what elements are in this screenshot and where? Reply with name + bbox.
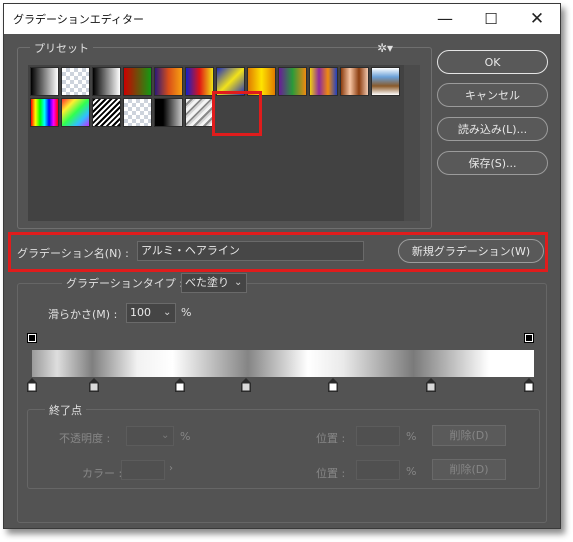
opacity-delete-button: 削除(D)	[432, 425, 506, 446]
smoothness-value: 100	[130, 306, 151, 319]
opacity-stop-right[interactable]	[524, 333, 534, 343]
opacity-input: ⌄	[126, 426, 174, 446]
color-stop-5[interactable]	[328, 378, 338, 392]
color-location-input	[356, 460, 400, 480]
gradient-type-value: べた塗り	[185, 276, 229, 289]
gradient-type-label: グラデーションタイプ :	[62, 275, 187, 291]
preset-swatch-spectrum[interactable]	[30, 98, 59, 127]
save-button[interactable]: 保存(S)...	[437, 151, 548, 175]
smoothness-input[interactable]: 100 ⌄	[126, 303, 176, 323]
opacity-location-unit: %	[406, 430, 417, 443]
preset-swatch-aluminum-hairline[interactable]	[185, 98, 214, 127]
opacity-label: 不透明度 :	[59, 432, 111, 445]
maximize-button[interactable]: ☐	[468, 4, 514, 34]
preset-swatch-black-to-transparent[interactable]	[154, 98, 183, 127]
color-stop-3[interactable]	[175, 378, 185, 392]
gradient-type-select[interactable]: べた塗り ⌄	[181, 273, 247, 293]
selected-preset-highlight	[212, 91, 262, 136]
presets-label: プリセット	[30, 40, 93, 56]
color-swatch	[121, 460, 165, 480]
smoothness-unit: %	[181, 306, 192, 319]
title-bar: グラデーションエディター — ☐ ✕	[4, 4, 560, 34]
preset-swatch-blue-red-yellow[interactable]	[185, 67, 214, 96]
gradient-editor-dialog: グラデーションエディター — ☐ ✕ プリセット ✲▾ OK キャンセル 読み込…	[3, 3, 561, 529]
close-button[interactable]: ✕	[514, 4, 560, 34]
opacity-location-input	[356, 426, 400, 446]
window-title: グラデーションエディター	[13, 13, 145, 26]
preset-swatch-transparent-rainbow[interactable]	[61, 98, 90, 127]
color-stop-1[interactable]	[27, 378, 37, 392]
chevron-down-icon: ⌄	[161, 430, 170, 441]
chevron-down-icon: ⌄	[163, 307, 172, 318]
preset-swatch-violet-orange[interactable]	[154, 67, 183, 96]
smoothness-label: 滑らかさ(M) :	[48, 308, 118, 321]
load-button[interactable]: 読み込み(L)...	[437, 117, 548, 141]
preset-swatch-red-green[interactable]	[123, 67, 152, 96]
preset-scrollbar[interactable]	[404, 65, 420, 221]
preset-swatch-foreground-to-transparent[interactable]	[61, 67, 90, 96]
preset-swatch-black-white[interactable]	[92, 67, 121, 96]
new-gradient-button[interactable]: 新規グラデーション(W)	[398, 239, 544, 263]
preset-swatch-foreground-to-background[interactable]	[30, 67, 59, 96]
opacity-location-label: 位置 :	[316, 432, 346, 445]
gear-icon[interactable]: ✲▾	[377, 41, 393, 55]
color-delete-button: 削除(D)	[432, 459, 506, 480]
preset-swatch-neutral-density[interactable]	[123, 98, 152, 127]
gradient-name-label: グラデーション名(N) :	[17, 247, 129, 260]
color-location-label: 位置 :	[316, 467, 346, 480]
chevron-right-icon: ›	[169, 463, 173, 474]
color-location-unit: %	[406, 465, 417, 478]
color-stop-6[interactable]	[426, 378, 436, 392]
preset-swatch-transparent-stripes[interactable]	[92, 98, 121, 127]
ok-button[interactable]: OK	[437, 50, 548, 74]
chevron-down-icon: ⌄	[234, 277, 243, 288]
opacity-stop-left[interactable]	[27, 333, 37, 343]
gradient-preview-bar[interactable]	[32, 350, 534, 377]
minimize-button[interactable]: —	[422, 4, 468, 34]
preset-swatch-chrome[interactable]	[371, 67, 400, 96]
stops-label: 終了点	[45, 402, 86, 418]
color-label: カラー :	[82, 467, 123, 480]
cancel-button[interactable]: キャンセル	[437, 83, 548, 107]
color-stop-2[interactable]	[89, 378, 99, 392]
color-stop-4[interactable]	[241, 378, 251, 392]
preset-swatch-copper[interactable]	[340, 67, 369, 96]
preset-swatch-yellow-violet-orange-blue[interactable]	[309, 67, 338, 96]
opacity-unit: %	[180, 430, 191, 443]
color-stop-7[interactable]	[524, 378, 534, 392]
preset-swatch-violet-green-orange[interactable]	[278, 67, 307, 96]
gradient-name-input[interactable]: アルミ・ヘアライン	[137, 241, 364, 261]
